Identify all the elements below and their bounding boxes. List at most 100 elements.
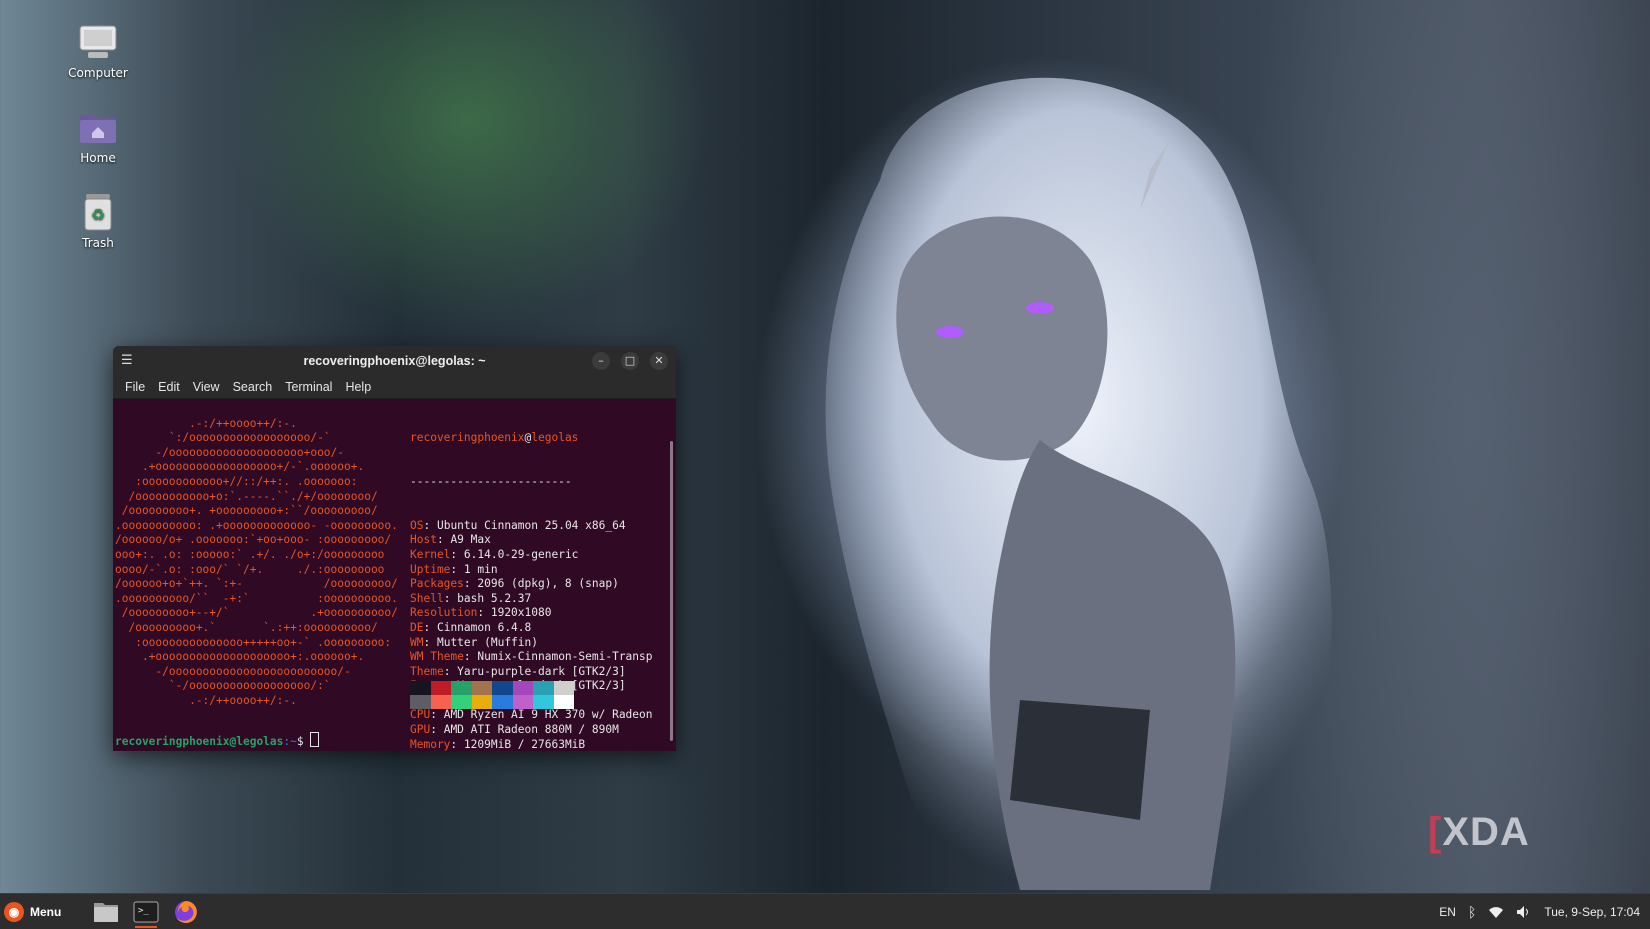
info-value: AMD Ryzen AI 9 HX 370 w/ Radeon bbox=[443, 708, 653, 722]
terminal-window[interactable]: ☰ recoveringphoenix@legolas: ~ – □ ✕ Fil… bbox=[113, 346, 676, 751]
prompt-symbol: $ bbox=[296, 735, 311, 748]
text-cursor bbox=[310, 732, 320, 747]
logo-line: -/oooooooooooooooooooo+ooo/- bbox=[115, 445, 345, 459]
desktop-icon-computer[interactable]: Computer bbox=[53, 22, 143, 80]
logo-line: /ooooooooo+--+/` .+oooooooooo/ bbox=[115, 606, 398, 620]
info-value: 1209MiB / 27663MiB bbox=[463, 737, 586, 751]
menu-view[interactable]: View bbox=[187, 380, 226, 394]
wallpaper-figure bbox=[825, 77, 1332, 890]
logo-line: .+oooooooooooooooooooo+:.oooooo+. bbox=[115, 650, 365, 664]
volume-icon[interactable] bbox=[1516, 905, 1532, 919]
info-key: Theme bbox=[410, 664, 444, 678]
info-key: Shell bbox=[410, 591, 444, 605]
info-line: CPU: AMD Ryzen AI 9 HX 370 w/ Radeon bbox=[410, 708, 653, 722]
wifi-icon[interactable] bbox=[1488, 905, 1504, 919]
info-key: OS bbox=[410, 518, 424, 532]
info-host: legolas bbox=[531, 431, 579, 445]
menu-button[interactable]: ◉ Menu bbox=[4, 901, 61, 922]
keyboard-layout[interactable]: EN bbox=[1439, 905, 1456, 919]
logo-line: /oooooo/o+ .ooooooo:`+oo+ooo- :ooooooooo… bbox=[115, 533, 392, 547]
info-line: Shell: bash 5.2.37 bbox=[410, 591, 532, 605]
palette-swatch bbox=[553, 681, 574, 695]
palette-swatch bbox=[492, 695, 513, 709]
logo-line: oooo/-`.o: :ooo/` `/+. ./.:ooooooooo bbox=[115, 562, 385, 576]
info-key: Packages bbox=[410, 577, 464, 591]
palette-swatch bbox=[512, 695, 533, 709]
terminal-output[interactable]: .-:/++oooo++/:-. `:/oooooooooooooooooo/-… bbox=[113, 399, 676, 751]
menu-terminal[interactable]: Terminal bbox=[279, 380, 338, 394]
info-key: Resolution bbox=[410, 606, 478, 620]
info-value: 1 min bbox=[463, 562, 498, 576]
user-host-line: recoveringphoenix@legolas bbox=[410, 431, 653, 446]
palette-swatch bbox=[451, 695, 472, 709]
palette-swatch bbox=[471, 681, 492, 695]
taskbar-terminal[interactable]: >_ bbox=[129, 895, 163, 928]
palette-swatch bbox=[451, 681, 472, 695]
menu-file[interactable]: File bbox=[119, 380, 151, 394]
logo-line: :ooooooooooooooo+++++oo+-` .ooooooooo: bbox=[115, 635, 392, 649]
menu-search[interactable]: Search bbox=[227, 380, 279, 394]
info-user: recoveringphoenix bbox=[410, 431, 525, 445]
close-icon[interactable]: ✕ bbox=[650, 352, 668, 370]
logo-line: :oooooooooooo+//::/++:. .ooooooo: bbox=[115, 474, 358, 488]
scrollbar[interactable] bbox=[670, 441, 673, 741]
palette-swatch bbox=[533, 695, 554, 709]
ubuntu-logo-icon: ◉ bbox=[4, 901, 24, 922]
logo-line: .oooooooooo/`` -+:` :oooooooooo. bbox=[115, 591, 398, 605]
info-value: Yaru-purple-dark [GTK2/3] bbox=[457, 664, 626, 678]
info-value: Numix-Cinnamon-Semi-Transp bbox=[477, 650, 653, 664]
menu-edit[interactable]: Edit bbox=[152, 380, 186, 394]
info-key: GPU bbox=[410, 723, 431, 737]
color-palette bbox=[410, 681, 574, 709]
info-key: DE bbox=[410, 620, 424, 634]
palette-swatch bbox=[512, 681, 533, 695]
info-line: WM Theme: Numix-Cinnamon-Semi-Transp bbox=[410, 650, 653, 664]
system-tray: EN ᛒ Tue, 9-Sep, 17:04 bbox=[1439, 894, 1640, 929]
info-line: Theme: Yaru-purple-dark [GTK2/3] bbox=[410, 664, 626, 678]
info-value: 1920x1080 bbox=[490, 606, 552, 620]
clock[interactable]: Tue, 9-Sep, 17:04 bbox=[1544, 905, 1640, 919]
info-key: Host bbox=[410, 533, 437, 547]
info-line: Host: A9 Max bbox=[410, 533, 491, 547]
desktop-icon-trash[interactable]: ♻ Trash bbox=[53, 192, 143, 250]
info-value: Mutter (Muffin) bbox=[436, 635, 539, 649]
menu-help[interactable]: Help bbox=[339, 380, 377, 394]
info-line: Kernel: 6.14.0-29-generic bbox=[410, 547, 579, 561]
palette-swatch bbox=[410, 681, 431, 695]
desktop-icon-home[interactable]: Home bbox=[53, 107, 143, 165]
info-key: WM Theme bbox=[410, 650, 464, 664]
logo-line: -/ooooooooooooooooooooooooo/- bbox=[115, 664, 351, 678]
palette-swatch bbox=[553, 695, 574, 709]
shell-prompt[interactable]: recoveringphoenix@legolas:~$ bbox=[115, 732, 320, 750]
desktop-icon-label: Computer bbox=[68, 66, 128, 80]
terminal-titlebar[interactable]: ☰ recoveringphoenix@legolas: ~ – □ ✕ bbox=[113, 346, 676, 376]
maximize-icon[interactable]: □ bbox=[621, 352, 639, 370]
info-value: 6.14.0-29-generic bbox=[463, 547, 579, 561]
info-value: Cinnamon 6.4.8 bbox=[436, 620, 532, 634]
taskbar-firefox[interactable] bbox=[169, 895, 203, 928]
taskbar: ◉ Menu >_ EN ᛒ Tue, 9-Sep, 17:04 bbox=[0, 893, 1650, 929]
home-folder-icon bbox=[78, 107, 118, 147]
palette-swatch bbox=[410, 695, 431, 709]
palette-swatch bbox=[471, 695, 492, 709]
logo-line: /oooooo+o+`++. `:+- /ooooooooo/ bbox=[115, 577, 398, 591]
info-value: AMD ATI Radeon 880M / 890M bbox=[443, 723, 619, 737]
prompt-user-host: recoveringphoenix@legolas bbox=[115, 735, 284, 748]
info-line: OS: Ubuntu Cinnamon 25.04 x86_64 bbox=[410, 518, 626, 532]
info-key: Uptime bbox=[410, 562, 451, 576]
firefox-icon bbox=[175, 900, 198, 923]
computer-icon bbox=[78, 22, 118, 62]
info-key: Memory bbox=[410, 737, 451, 751]
logo-line: /ooooooooooo+o:`.----.``./+/oooooooo/ bbox=[115, 489, 378, 503]
hamburger-menu-icon[interactable]: ☰ bbox=[121, 353, 137, 369]
terminal-icon: >_ bbox=[133, 901, 159, 922]
svg-text:♻: ♻ bbox=[91, 205, 105, 224]
minimize-icon[interactable]: – bbox=[592, 352, 610, 370]
bluetooth-icon[interactable]: ᛒ bbox=[1468, 904, 1476, 920]
ubuntu-ascii-logo: .-:/++oooo++/:-. `:/oooooooooooooooooo/-… bbox=[115, 402, 398, 738]
taskbar-files[interactable] bbox=[89, 895, 123, 928]
info-value: A9 Max bbox=[450, 533, 491, 547]
palette-swatch bbox=[430, 695, 451, 709]
info-line: WM: Mutter (Muffin) bbox=[410, 635, 539, 649]
logo-line: `-/oooooooooooooooooo/:` bbox=[115, 679, 331, 693]
